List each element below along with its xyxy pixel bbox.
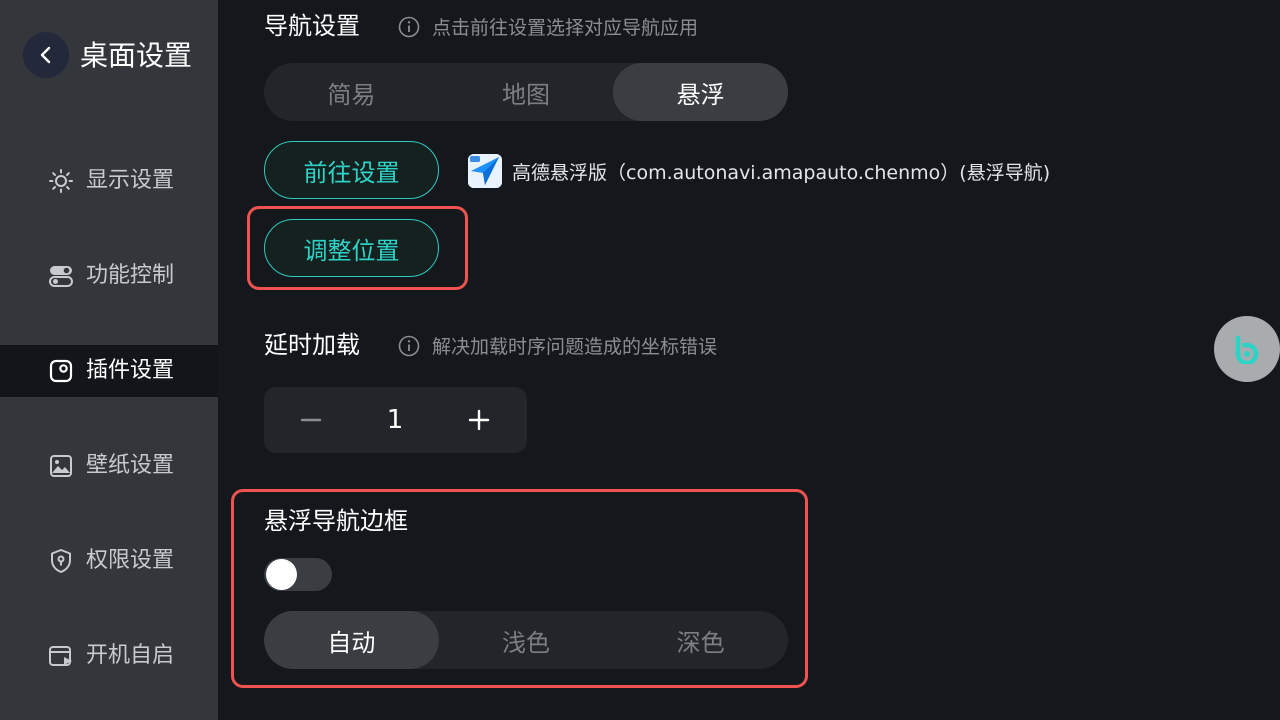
sidebar-item-label: 功能控制 bbox=[86, 263, 175, 288]
nav-settings-title: 导航设置 bbox=[264, 12, 360, 40]
increment-button[interactable] bbox=[460, 401, 498, 439]
nav-mode-simple[interactable]: 简易 bbox=[264, 63, 439, 121]
delay-stepper: 1 bbox=[264, 387, 527, 453]
sidebar-item-plugin[interactable]: 插件设置 bbox=[0, 345, 218, 397]
plugin-icon bbox=[49, 359, 73, 383]
delay-load-hint: 解决加载时序问题造成的坐标错误 bbox=[398, 332, 717, 359]
toggle-knob bbox=[266, 559, 297, 590]
back-button[interactable] bbox=[23, 32, 69, 78]
toggle-icon bbox=[49, 266, 73, 287]
hint-text: 点击前往设置选择对应导航应用 bbox=[432, 17, 699, 39]
floating-assistant-button[interactable] bbox=[1214, 316, 1280, 382]
delay-load-title: 延时加载 bbox=[264, 331, 360, 359]
sidebar-item-label: 权限设置 bbox=[86, 548, 175, 573]
sidebar-item-label: 开机自启 bbox=[86, 643, 175, 668]
border-theme-selector: 自动 浅色 深色 bbox=[264, 611, 788, 669]
sidebar: 桌面设置 显示设置 功能控制 插件设置 壁纸设置 权限设置 开机自启 bbox=[0, 0, 218, 720]
chevron-left-icon bbox=[40, 46, 51, 64]
info-icon bbox=[398, 16, 420, 37]
theme-light[interactable]: 浅色 bbox=[439, 611, 614, 669]
autostart-icon bbox=[49, 646, 72, 666]
nav-mode-selector: 简易 地图 悬浮 bbox=[264, 63, 789, 121]
nav-mode-floating[interactable]: 悬浮 bbox=[613, 63, 789, 121]
amap-app-icon bbox=[468, 154, 502, 188]
info-icon bbox=[398, 335, 420, 356]
plus-icon bbox=[468, 409, 490, 431]
delay-value: 1 bbox=[386, 405, 404, 435]
theme-dark[interactable]: 深色 bbox=[613, 611, 788, 669]
minus-icon bbox=[300, 418, 322, 422]
selected-nav-app: 高德悬浮版（com.autonavi.amapauto.chenmo）(悬浮导航… bbox=[468, 154, 1050, 188]
sidebar-item-label: 显示设置 bbox=[86, 168, 175, 193]
sidebar-title: 桌面设置 bbox=[80, 39, 193, 72]
selected-nav-app-label: 高德悬浮版（com.autonavi.amapauto.chenmo）(悬浮导航… bbox=[512, 161, 1051, 184]
float-border-title: 悬浮导航边框 bbox=[264, 507, 408, 535]
float-border-toggle[interactable] bbox=[264, 558, 332, 591]
assistant-logo-icon bbox=[1235, 335, 1259, 364]
nav-mode-map[interactable]: 地图 bbox=[439, 63, 614, 121]
sidebar-item-autostart[interactable]: 开机自启 bbox=[0, 630, 218, 682]
sidebar-item-permission[interactable]: 权限设置 bbox=[0, 535, 218, 587]
decrement-button[interactable] bbox=[292, 401, 330, 439]
theme-auto[interactable]: 自动 bbox=[264, 611, 439, 669]
shield-icon bbox=[51, 549, 71, 573]
sidebar-item-function[interactable]: 功能控制 bbox=[0, 250, 218, 302]
sun-icon bbox=[49, 169, 73, 193]
sidebar-item-label: 壁纸设置 bbox=[86, 453, 175, 478]
sidebar-item-label: 插件设置 bbox=[86, 358, 175, 383]
hint-text: 解决加载时序问题造成的坐标错误 bbox=[432, 336, 718, 358]
nav-settings-hint: 点击前往设置选择对应导航应用 bbox=[398, 13, 698, 40]
image-icon bbox=[50, 455, 72, 477]
sidebar-item-display[interactable]: 显示设置 bbox=[0, 155, 218, 207]
adjust-position-button[interactable]: 调整位置 bbox=[264, 219, 439, 277]
goto-settings-button[interactable]: 前往设置 bbox=[264, 141, 439, 199]
sidebar-item-wallpaper[interactable]: 壁纸设置 bbox=[0, 440, 218, 492]
